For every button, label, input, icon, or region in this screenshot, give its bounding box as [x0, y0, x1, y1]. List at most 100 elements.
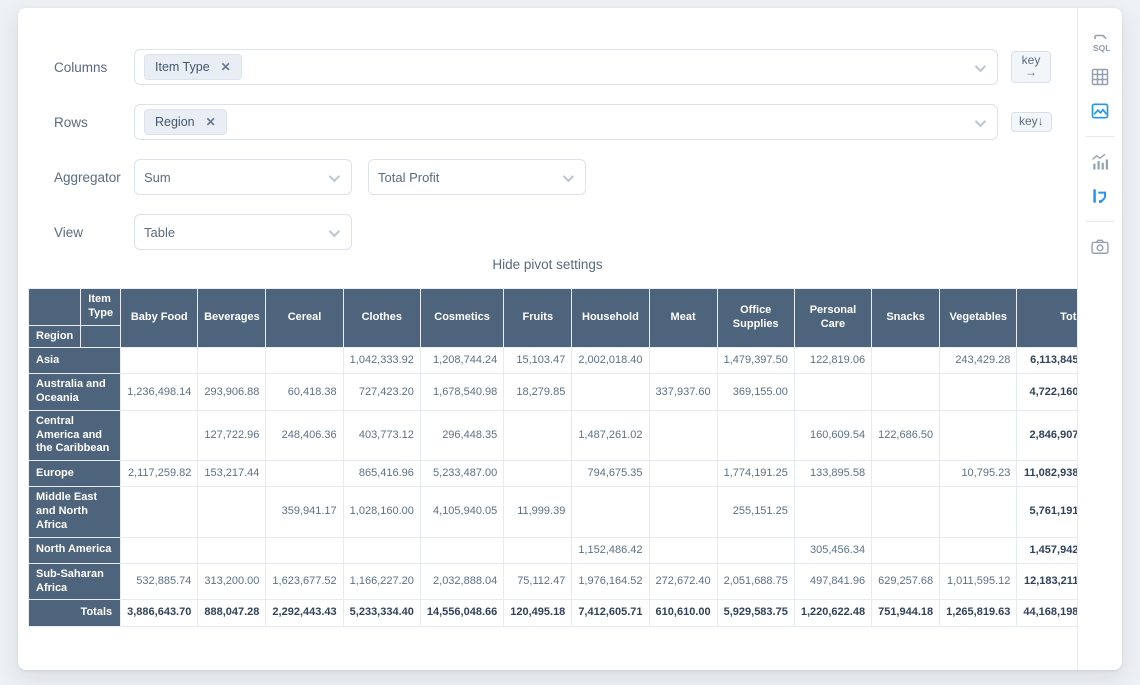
value-cell [940, 537, 1017, 563]
value-cell [121, 348, 198, 374]
chevron-down-icon [329, 171, 340, 182]
columns-key-order-button[interactable]: key → [1011, 51, 1051, 83]
value-cell: 60,418.38 [266, 374, 343, 411]
value-cell: 1,208,744.24 [420, 348, 503, 374]
pivot-main-area: Columns Item Type ✕ key → Rows R [18, 8, 1077, 670]
aggregator-value: Sum [144, 170, 171, 185]
chart-icon[interactable] [1089, 151, 1111, 173]
value-cell: 1,042,333.92 [343, 348, 420, 374]
value-cell [649, 537, 717, 563]
rows-label: Rows [54, 115, 134, 130]
value-cell: 243,429.28 [940, 348, 1017, 374]
view-select[interactable]: Table [134, 214, 352, 250]
columns-select[interactable]: Item Type ✕ [134, 49, 998, 85]
value-cell: 15,103.47 [504, 348, 572, 374]
row-total-cell: 5,761,191.86 [1017, 487, 1077, 537]
row-total-cell: 12,183,211.40 [1017, 563, 1077, 600]
column-total-cell: 5,929,583.75 [717, 600, 794, 626]
aggregator-select[interactable]: Sum [134, 159, 352, 195]
column-header: Baby Food [121, 289, 198, 348]
value-cell [504, 537, 572, 563]
columns-tag-remove-icon[interactable]: ✕ [221, 61, 231, 73]
value-cell [649, 461, 717, 487]
rows-row: Rows Region ✕ key↓ [54, 104, 1077, 140]
value-cell: 153,217.44 [198, 461, 266, 487]
table-row: Sub-Saharan Africa532,885.74313,200.001,… [29, 563, 1078, 600]
value-cell [572, 487, 649, 537]
image-icon[interactable] [1089, 100, 1111, 122]
rows-tag-remove-icon[interactable]: ✕ [206, 116, 216, 128]
column-total-cell: 1,220,622.48 [794, 600, 871, 626]
value-cell: 127,722.96 [198, 410, 266, 460]
value-cell: 1,166,227.20 [343, 563, 420, 600]
value-cell: 1,774,191.25 [717, 461, 794, 487]
column-total-cell: 5,233,334.40 [343, 600, 420, 626]
table-row: Middle East and North Africa359,941.171,… [29, 487, 1078, 537]
column-header: Clothes [343, 289, 420, 348]
value-cell [504, 461, 572, 487]
value-cell [198, 487, 266, 537]
sidebar-divider [1086, 136, 1114, 137]
value-cell: 293,906.88 [198, 374, 266, 411]
value-cell [198, 537, 266, 563]
value-cell [649, 348, 717, 374]
value-cell: 403,773.12 [343, 410, 420, 460]
row-total-cell: 4,722,160.03 [1017, 374, 1077, 411]
column-total-cell: 1,265,819.63 [940, 600, 1017, 626]
value-cell [266, 461, 343, 487]
rows-key-order-button[interactable]: key↓ [1011, 112, 1052, 132]
value-cell: 1,152,486.42 [572, 537, 649, 563]
row-header: Europe [29, 461, 121, 487]
value-cell [504, 410, 572, 460]
camera-icon[interactable] [1089, 236, 1111, 258]
value-cell: 313,200.00 [198, 563, 266, 600]
view-row: View Table [54, 214, 1077, 250]
pivot-table-body: Asia1,042,333.921,208,744.2415,103.472,0… [29, 348, 1078, 626]
hide-pivot-settings-link[interactable]: Hide pivot settings [18, 257, 1077, 272]
chevron-down-icon [329, 226, 340, 237]
row-axis-label: Region [29, 325, 81, 348]
value-cell: 75,112.47 [504, 563, 572, 600]
value-cell: 1,623,677.52 [266, 563, 343, 600]
pivot-icon[interactable] [1089, 185, 1111, 207]
sql-icon[interactable]: SQL [1089, 32, 1111, 54]
column-total-cell: 2,292,443.43 [266, 600, 343, 626]
view-value: Table [144, 225, 175, 240]
value-cell [872, 348, 940, 374]
value-cell: 497,841.96 [794, 563, 871, 600]
value-cell: 1,479,397.50 [717, 348, 794, 374]
columns-label: Columns [54, 60, 134, 75]
value-cell [121, 537, 198, 563]
row-header: Sub-Saharan Africa [29, 563, 121, 600]
value-cell [266, 348, 343, 374]
value-cell: 305,456.34 [794, 537, 871, 563]
column-header: Beverages [198, 289, 266, 348]
column-total-cell: 751,944.18 [872, 600, 940, 626]
aggregator-field-select[interactable]: Total Profit [368, 159, 586, 195]
table-row: Asia1,042,333.921,208,744.2415,103.472,0… [29, 348, 1078, 374]
column-header: Office Supplies [717, 289, 794, 348]
view-label: View [54, 225, 134, 240]
value-cell: 18,279.85 [504, 374, 572, 411]
value-cell: 359,941.17 [266, 487, 343, 537]
column-total-cell: 14,556,048.66 [420, 600, 503, 626]
value-cell: 5,233,487.00 [420, 461, 503, 487]
totals-column-header: Totals [1017, 289, 1077, 348]
value-cell: 248,406.36 [266, 410, 343, 460]
value-cell [794, 374, 871, 411]
grand-total-cell: 44,168,198.40 [1017, 600, 1077, 626]
totals-row-header: Totals [29, 600, 121, 626]
value-cell: 865,416.96 [343, 461, 420, 487]
value-cell [649, 487, 717, 537]
rows-tag[interactable]: Region ✕ [144, 109, 227, 135]
value-cell: 2,051,688.75 [717, 563, 794, 600]
table-icon[interactable] [1089, 66, 1111, 88]
aggregator-label: Aggregator [54, 170, 134, 185]
value-cell: 2,032,888.04 [420, 563, 503, 600]
columns-row: Columns Item Type ✕ key → [54, 49, 1077, 85]
rows-select[interactable]: Region ✕ [134, 104, 998, 140]
columns-tag[interactable]: Item Type ✕ [144, 54, 242, 80]
value-cell: 629,257.68 [872, 563, 940, 600]
value-cell [198, 348, 266, 374]
value-cell: 337,937.60 [649, 374, 717, 411]
